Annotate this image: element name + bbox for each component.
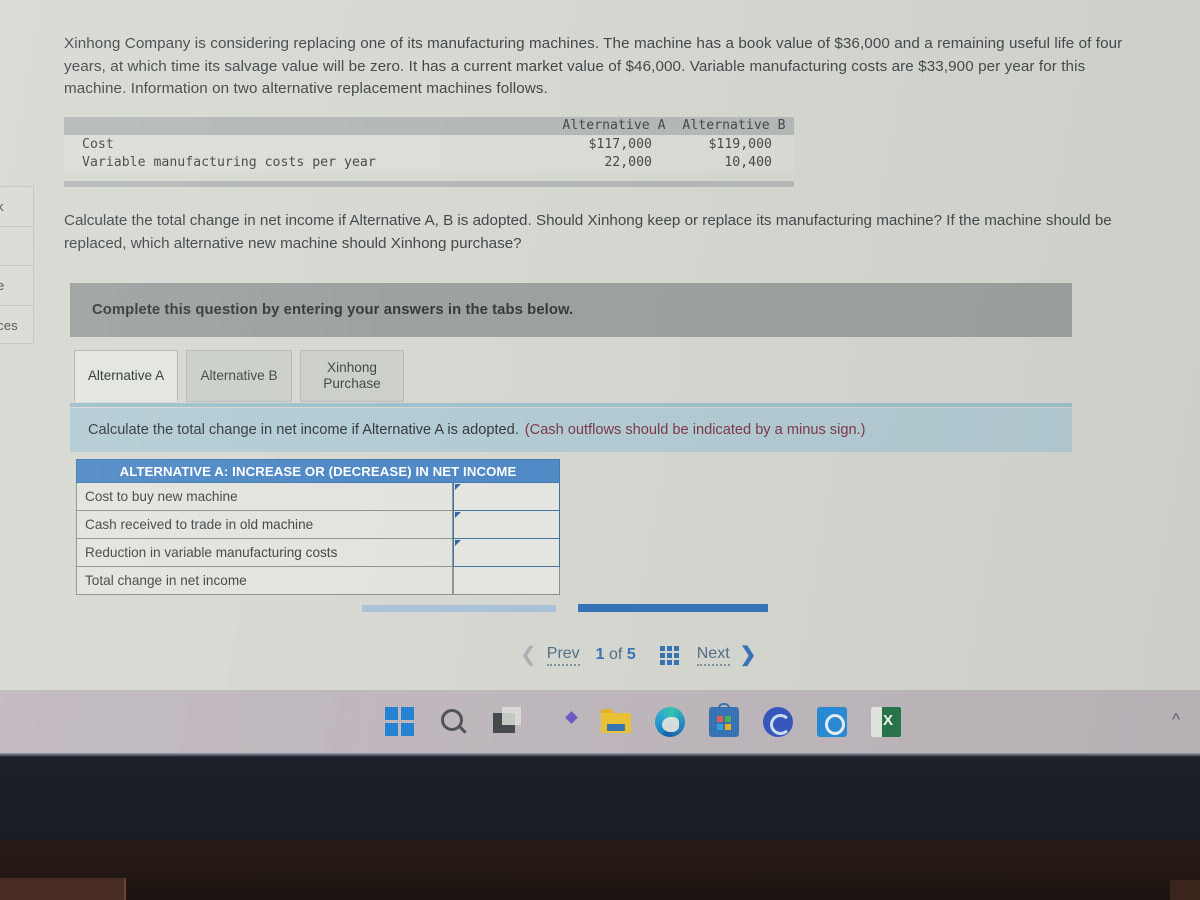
complete-question-text: Complete this question by entering your … <box>92 302 574 318</box>
sidebar-item-1[interactable] <box>0 227 33 266</box>
answer-input-reduction-variable-costs[interactable] <box>453 539 560 567</box>
answer-table: ALTERNATIVE A: INCREASE OR (DECREASE) IN… <box>76 459 560 595</box>
data-row-value-b: $119,000 <box>708 136 772 152</box>
tab-xinhong-purchase[interactable]: Xinhong Purchase <box>300 350 404 402</box>
answer-row-label: Cash received to trade in old machine <box>76 511 453 539</box>
footer-navigation: ❮ Prev 1 of 5 Next ❯ <box>520 638 890 672</box>
browser-page: k e ces Xinhong Company is considering r… <box>0 0 1200 690</box>
windows-start-icon[interactable] <box>385 706 415 737</box>
table-row: Total change in net income <box>76 567 560 595</box>
data-table-header-alt-b: Alternative B <box>682 118 786 133</box>
file-explorer-icon[interactable] <box>601 707 631 737</box>
sidebar-item-2[interactable]: e <box>0 266 33 306</box>
microsoft-store-icon[interactable] <box>709 702 739 737</box>
tab-underline <box>70 403 1072 407</box>
cell-marker-icon <box>455 484 461 490</box>
data-row-value-a: $117,000 <box>588 136 652 152</box>
sidebar-item-label: k <box>0 198 4 214</box>
answer-table-header: ALTERNATIVE A: INCREASE OR (DECREASE) IN… <box>76 459 560 483</box>
data-row-label: Cost <box>82 136 114 152</box>
windows-taskbar: X ^ <box>0 690 1200 753</box>
tab-instruction-banner: Calculate the total change in net income… <box>70 408 1072 452</box>
tab-alternative-b[interactable]: Alternative B <box>186 350 292 402</box>
tab-label: Xinhong Purchase <box>323 360 380 391</box>
tab-instruction-main: Calculate the total change in net income… <box>88 422 519 438</box>
answer-input-cash-received[interactable] <box>453 511 560 539</box>
tab-strip: Alternative A Alternative B Xinhong Purc… <box>70 350 1072 407</box>
tab-label: Alternative A <box>87 368 165 384</box>
cell-marker-icon <box>455 540 461 546</box>
progress-bar <box>578 604 768 612</box>
prev-button[interactable]: Prev <box>546 645 580 666</box>
tab-label: Alternative B <box>200 368 278 384</box>
excel-icon[interactable]: X <box>871 706 901 737</box>
photo-of-screen: k e ces Xinhong Company is considering r… <box>0 0 1200 900</box>
answer-row-label: Reduction in variable manufacturing cost… <box>76 539 453 567</box>
cortana-icon[interactable] <box>763 706 793 737</box>
page-current: 1 <box>595 646 605 663</box>
answer-input-cost-to-buy[interactable] <box>453 483 560 511</box>
chat-icon[interactable] <box>547 707 578 737</box>
page-of-label: of <box>609 646 623 663</box>
sidebar-item-3[interactable]: ces <box>0 306 33 346</box>
chevron-right-icon[interactable]: ❯ <box>740 645 757 665</box>
microsoft-edge-icon[interactable] <box>655 706 685 737</box>
tab-label-line1: Xinhong <box>327 360 377 376</box>
table-row: Cost $117,000 $119,000 <box>64 135 794 153</box>
sidebar-item-0[interactable]: k <box>0 187 33 227</box>
data-table-body: Cost $117,000 $119,000 Variable manufact… <box>64 135 794 171</box>
answer-row-label: Cost to buy new machine <box>76 483 453 511</box>
chevron-up-icon[interactable]: ^ <box>1172 710 1180 730</box>
tab-alternative-a[interactable]: Alternative A <box>74 350 178 402</box>
next-button[interactable]: Next <box>696 645 730 666</box>
table-row: Cost to buy new machine <box>76 483 560 511</box>
page-indicator: 1 of 5 <box>596 646 636 664</box>
requirement-text: Calculate the total change in net income… <box>64 212 1112 252</box>
sidebar-item-label: e <box>0 277 5 293</box>
data-table-header-row: Alternative A Alternative B <box>64 117 794 135</box>
grid-menu-icon[interactable] <box>659 645 679 665</box>
table-row: Reduction in variable manufacturing cost… <box>76 539 560 567</box>
complete-question-banner: Complete this question by entering your … <box>70 283 1072 337</box>
sidebar-item-label: ces <box>0 317 18 333</box>
tab-instruction-hint: (Cash outflows should be indicated by a … <box>524 422 866 438</box>
page-total: 5 <box>626 646 636 663</box>
horizontal-scrollbar[interactable] <box>362 605 556 612</box>
data-row-label: Variable manufacturing costs per year <box>82 154 376 170</box>
data-table-bottom-rule <box>64 181 794 187</box>
data-table-header-blank <box>64 117 554 135</box>
problem-statement: Xinhong Company is considering replacing… <box>64 35 1123 97</box>
data-table-header-alt-a: Alternative A <box>562 118 666 133</box>
cell-marker-icon <box>455 512 461 518</box>
task-view-icon[interactable] <box>493 706 523 737</box>
taskbar-icon-row: X <box>385 694 901 749</box>
answer-row-label: Total change in net income <box>76 567 453 595</box>
answer-total-change-in-net-income <box>453 567 560 595</box>
data-row-value-b: 10,400 <box>724 154 772 170</box>
desk-object-left <box>0 878 126 900</box>
table-row: Cash received to trade in old machine <box>76 511 560 539</box>
data-row-value-a: 22,000 <box>604 154 652 170</box>
desk-object-right <box>1170 880 1200 900</box>
monitor-screen: k e ces Xinhong Company is considering r… <box>0 0 1200 753</box>
blue-app-icon[interactable] <box>817 706 847 737</box>
desk-surface <box>0 840 1200 900</box>
search-icon[interactable] <box>439 707 469 737</box>
table-row: Variable manufacturing costs per year 22… <box>64 153 794 171</box>
given-data-table: Alternative A Alternative B Cost $117,00… <box>64 117 794 187</box>
sidebar-partial[interactable]: k e ces <box>0 186 34 344</box>
chevron-left-icon[interactable]: ❮ <box>520 645 537 665</box>
tab-label-line2: Purchase <box>323 376 381 391</box>
